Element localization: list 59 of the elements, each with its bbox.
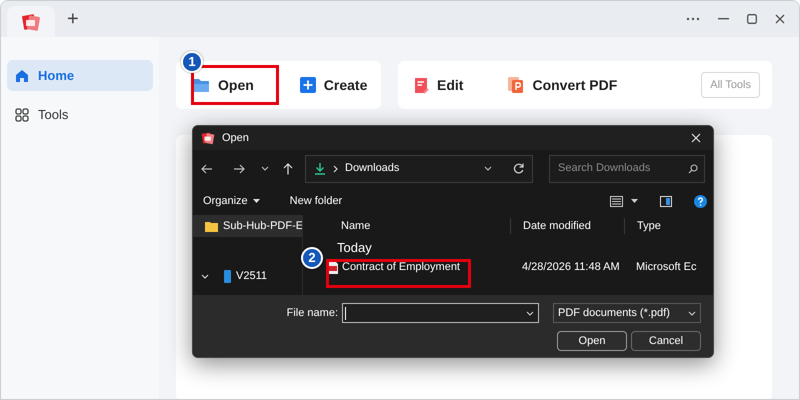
search-input[interactable]: Search Downloads	[556, 159, 676, 178]
chevron-down-icon[interactable]	[484, 166, 492, 171]
chevron-right-icon	[333, 164, 338, 172]
column-header[interactable]: Date modified	[510, 218, 624, 234]
address-bar[interactable]: Downloads	[305, 154, 534, 182]
file-name[interactable]: Contract of Employment	[342, 258, 460, 276]
sidebar-item[interactable]: Tools	[7, 99, 153, 130]
path-text: Downloads	[345, 161, 400, 176]
chevron-down-icon[interactable]	[261, 166, 269, 171]
new-folder-button[interactable]: New folder	[286, 190, 346, 212]
grid-icon	[15, 108, 29, 122]
file-type-dropdown[interactable]: PDF documents (*.pdf)	[553, 303, 701, 323]
group-heading: Today	[337, 240, 372, 256]
caret-icon[interactable]	[631, 199, 638, 203]
device-icon	[224, 270, 231, 282]
folder-icon	[205, 220, 218, 232]
app-logo-icon	[201, 131, 215, 145]
list-view-icon[interactable]	[610, 196, 623, 206]
step-badge: 1	[181, 51, 203, 73]
search-box[interactable]: Search Downloads	[549, 154, 705, 182]
chevron-down-icon	[201, 274, 209, 278]
app-logo-icon[interactable]	[21, 12, 41, 32]
caret-icon	[252, 199, 260, 203]
tool-button[interactable]: Edit	[410, 70, 468, 100]
maximize-icon[interactable]	[747, 14, 757, 24]
tool-button[interactable]: Open	[188, 70, 258, 100]
search-icon	[688, 164, 698, 174]
forward-icon[interactable]	[233, 164, 245, 174]
file-date: 4/28/2026 11:48 AM	[521, 260, 621, 275]
up-icon[interactable]	[283, 162, 293, 174]
field-label: File name:	[286, 306, 338, 321]
close-icon[interactable]	[775, 14, 785, 24]
file-type: Microsoft Ec	[635, 260, 697, 275]
new-tab-button[interactable]: +	[55, 1, 91, 37]
file-p-icon	[507, 76, 524, 94]
more-icon[interactable]	[686, 17, 700, 21]
minimize-icon[interactable]	[718, 18, 729, 20]
chevron-down-icon	[526, 310, 534, 316]
folder-icon	[192, 78, 210, 92]
tool-button[interactable]: Create	[296, 70, 372, 100]
dialog-title: Open	[222, 130, 249, 146]
tool-button[interactable]: Convert PDF	[503, 70, 622, 100]
cancel-button[interactable]: Cancel	[631, 331, 701, 351]
preview-pane-icon[interactable]	[660, 196, 672, 206]
column-header[interactable]: Name	[315, 218, 510, 234]
chevron-down-icon	[688, 310, 696, 316]
file-name-box[interactable]	[342, 303, 539, 323]
open-button[interactable]: Open	[557, 331, 627, 351]
organize-menu[interactable]: Organize	[199, 190, 264, 212]
download-icon	[314, 162, 326, 175]
home-icon	[15, 68, 29, 82]
help-icon[interactable]	[694, 194, 707, 208]
sidebar-item[interactable]: Home	[7, 60, 153, 91]
nav-item[interactable]: V2511	[193, 265, 302, 287]
column-header[interactable]: Type	[624, 218, 684, 234]
plus-icon	[300, 77, 316, 93]
refresh-icon[interactable]	[513, 163, 524, 174]
back-icon[interactable]	[201, 164, 213, 174]
document-icon	[414, 76, 429, 94]
